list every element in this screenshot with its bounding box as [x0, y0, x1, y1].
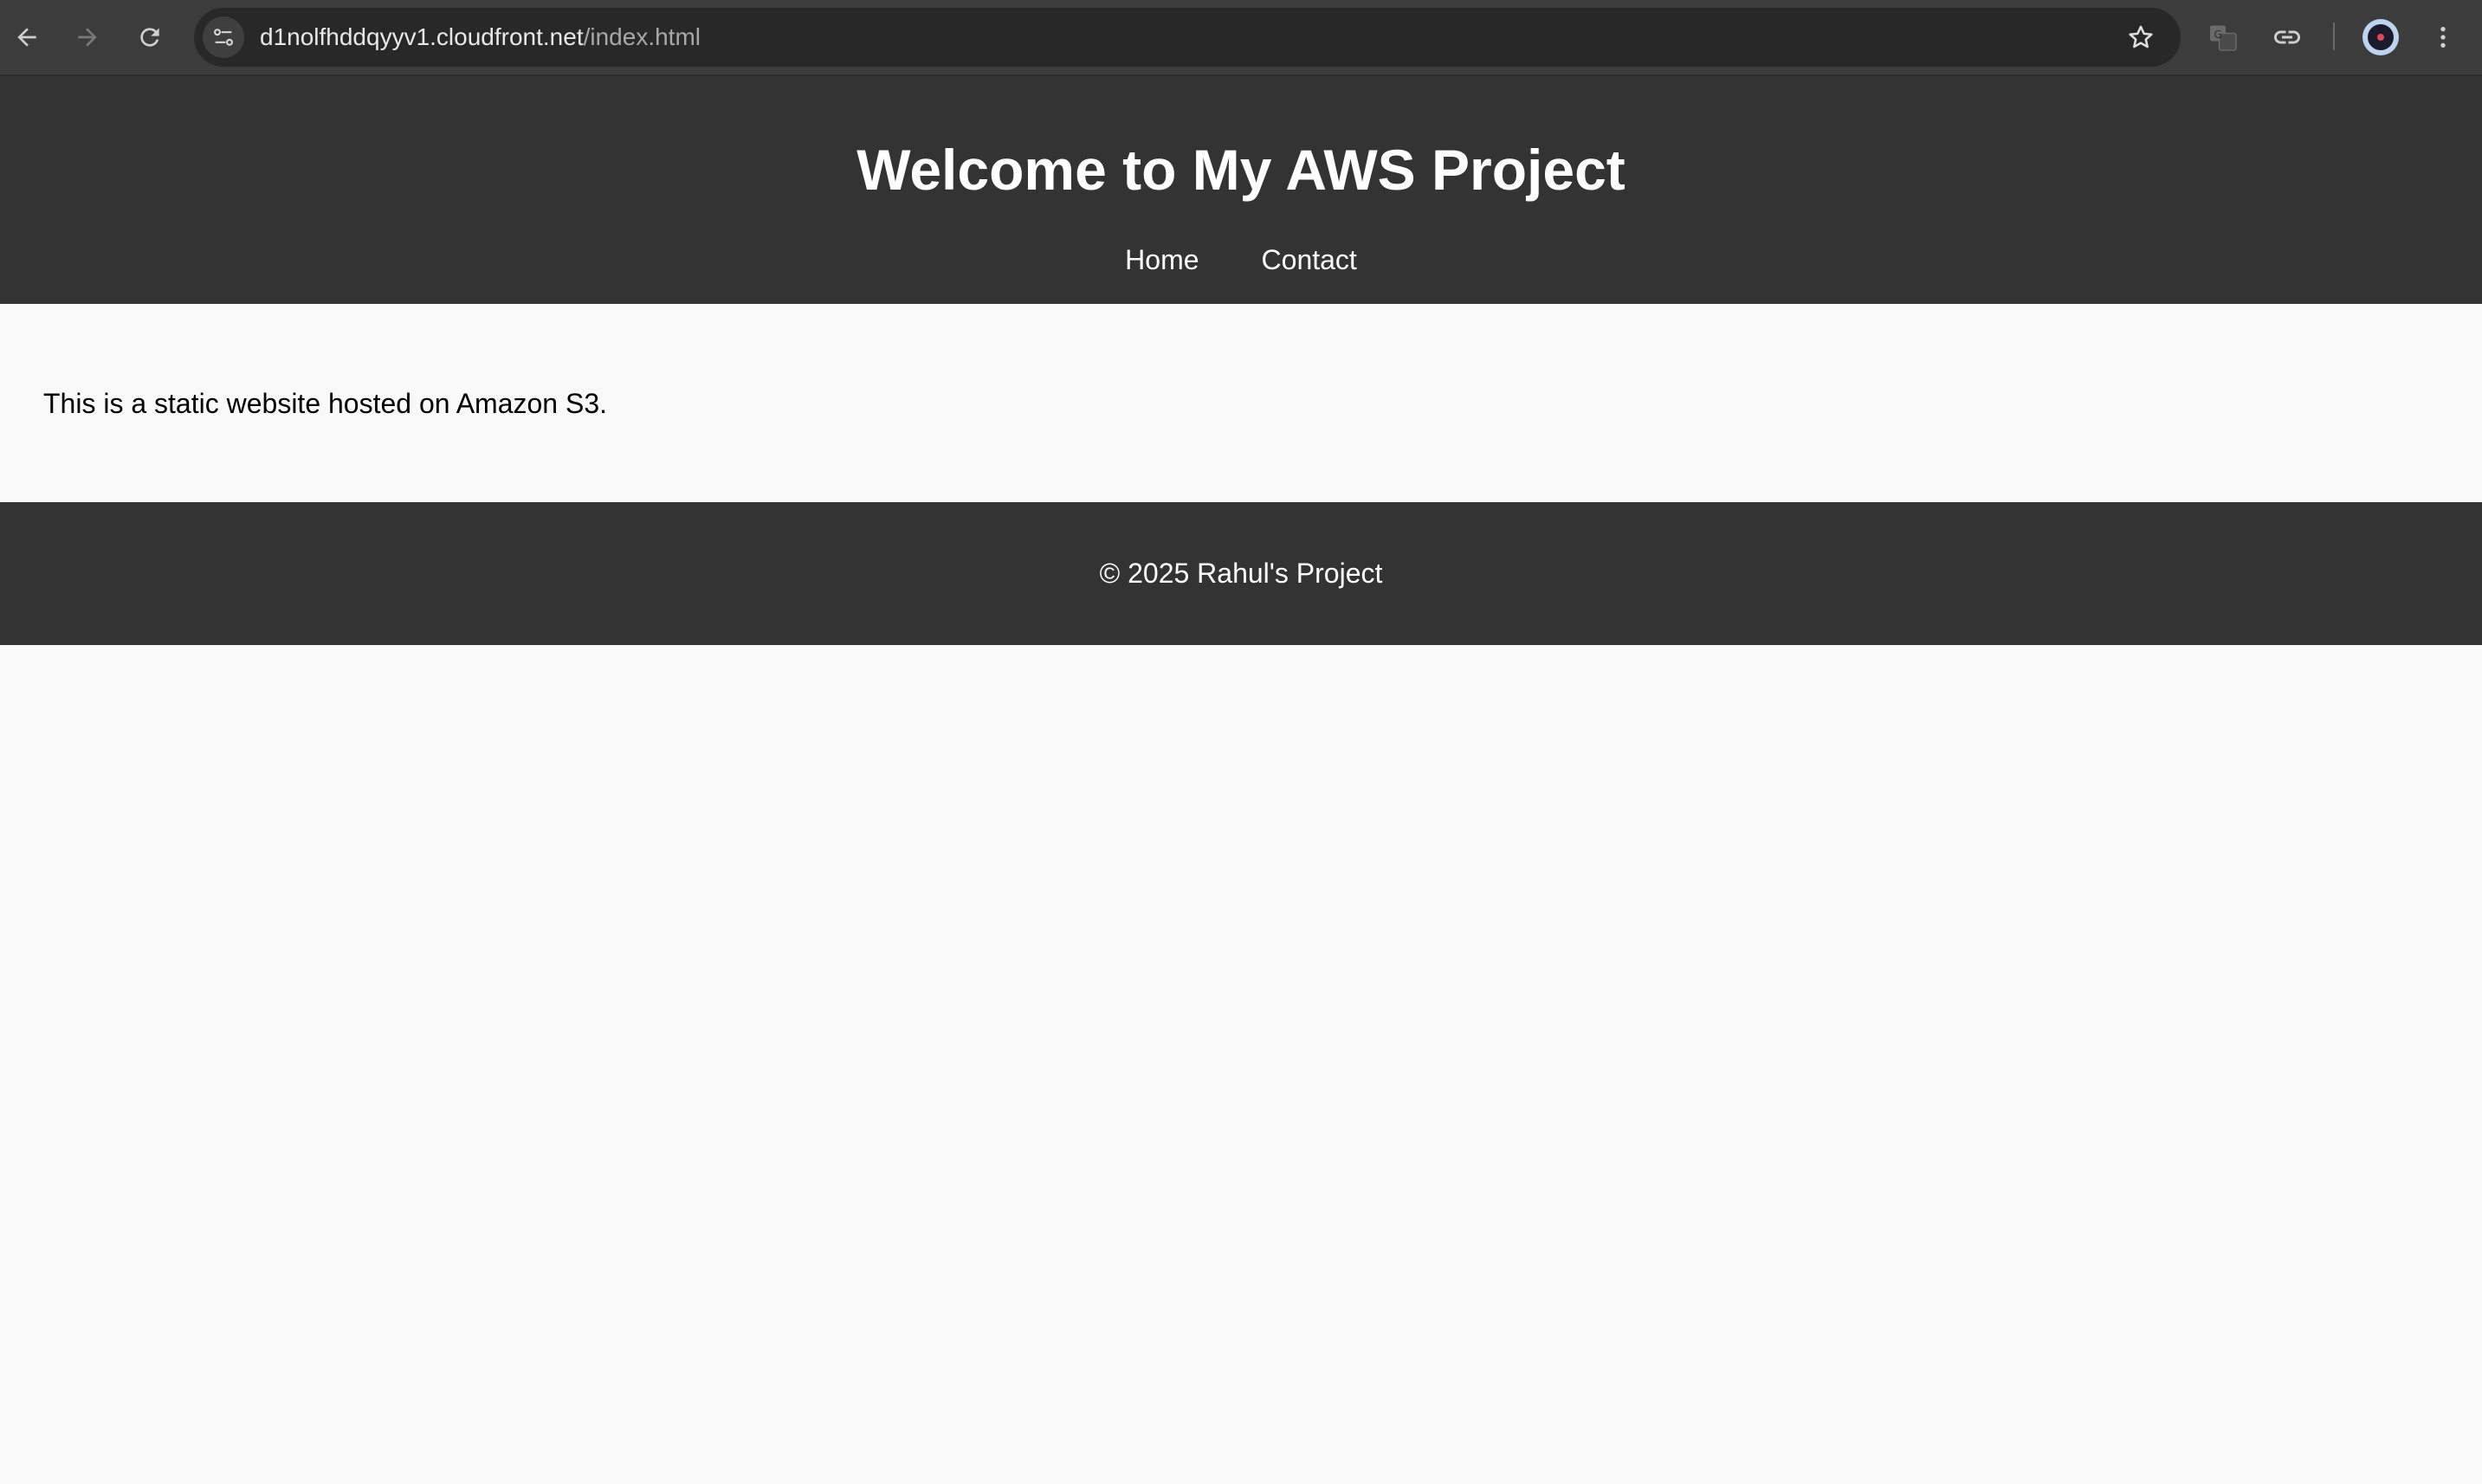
back-icon[interactable] — [2, 12, 52, 62]
forward-icon[interactable] — [62, 12, 113, 62]
url-host: d1nolfhddqyyv1.cloudfront.net — [260, 23, 584, 50]
page-title: Welcome to My AWS Project — [856, 138, 1626, 202]
address-bar[interactable]: d1nolfhddqyyv1.cloudfront.net/index.html — [194, 8, 2181, 67]
site-info-icon[interactable] — [203, 16, 244, 58]
profile-avatar[interactable] — [2362, 19, 2399, 55]
menu-kebab-icon[interactable] — [2418, 12, 2468, 62]
translate-icon[interactable]: G — [2198, 12, 2248, 62]
bookmark-star-icon[interactable] — [2120, 16, 2162, 58]
url-text[interactable]: d1nolfhddqyyv1.cloudfront.net/index.html — [260, 8, 701, 67]
link-icon[interactable] — [2262, 12, 2312, 62]
site-header: Welcome to My AWS Project Home Contact — [0, 76, 2482, 304]
reload-icon[interactable] — [125, 12, 175, 62]
url-path: /index.html — [583, 23, 701, 50]
browser-toolbar: d1nolfhddqyyv1.cloudfront.net/index.html… — [0, 0, 2482, 76]
toolbar-divider — [2333, 23, 2335, 50]
site-footer: © 2025 Rahul's Project — [0, 502, 2482, 645]
main-nav: Home Contact — [0, 241, 2482, 279]
main-paragraph: This is a static website hosted on Amazo… — [43, 388, 607, 419]
svg-text:G: G — [2214, 29, 2222, 41]
footer-copyright: © 2025 Rahul's Project — [1099, 558, 1383, 589]
nav-link-home[interactable]: Home — [1125, 241, 1199, 279]
nav-link-contact[interactable]: Contact — [1262, 241, 1357, 279]
